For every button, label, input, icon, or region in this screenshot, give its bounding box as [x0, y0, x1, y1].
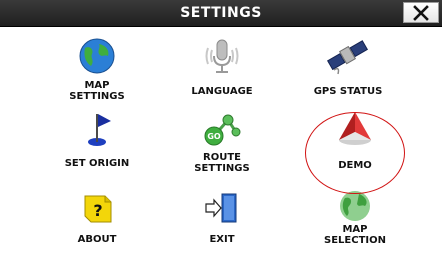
svg-text:GO: GO: [207, 132, 221, 141]
close-button[interactable]: [403, 2, 439, 23]
gps-status-button[interactable]: GPS STATUS: [283, 32, 413, 104]
route-settings-button[interactable]: GO ROUTE SETTINGS: [157, 104, 287, 176]
route-nodes-icon: GO: [204, 114, 241, 146]
flag-pin-icon: [88, 114, 111, 146]
map-settings-button[interactable]: MAP SETTINGS: [32, 32, 162, 104]
help-box-icon: ?: [84, 195, 112, 223]
exit-button[interactable]: EXIT: [157, 184, 287, 256]
demo-highlight-circle: [305, 112, 405, 194]
tile-label: ROUTE SETTINGS: [194, 152, 250, 174]
tile-label: EXIT: [209, 234, 235, 245]
tile-label: GPS STATUS: [313, 86, 383, 97]
satellite-icon: [326, 40, 369, 75]
window-title: SETTINGS: [180, 5, 262, 21]
tile-label: LANGUAGE: [191, 86, 253, 97]
exit-door-icon: [205, 193, 237, 223]
globe-icon: [79, 38, 115, 74]
tile-label: MAP SELECTION: [324, 224, 386, 246]
close-icon: [413, 4, 429, 21]
language-button[interactable]: LANGUAGE: [157, 32, 287, 104]
map-selection-button[interactable]: MAP SELECTION: [290, 184, 420, 256]
svg-text:?: ?: [93, 201, 102, 220]
tile-label: ABOUT: [77, 234, 117, 245]
tile-label: MAP SETTINGS: [69, 80, 125, 102]
globe-map-icon: [340, 191, 370, 221]
microphone-icon: [205, 39, 239, 73]
set-origin-button[interactable]: SET ORIGIN: [32, 104, 162, 176]
tile-label: SET ORIGIN: [64, 158, 130, 169]
about-button[interactable]: ? ABOUT: [32, 184, 162, 256]
